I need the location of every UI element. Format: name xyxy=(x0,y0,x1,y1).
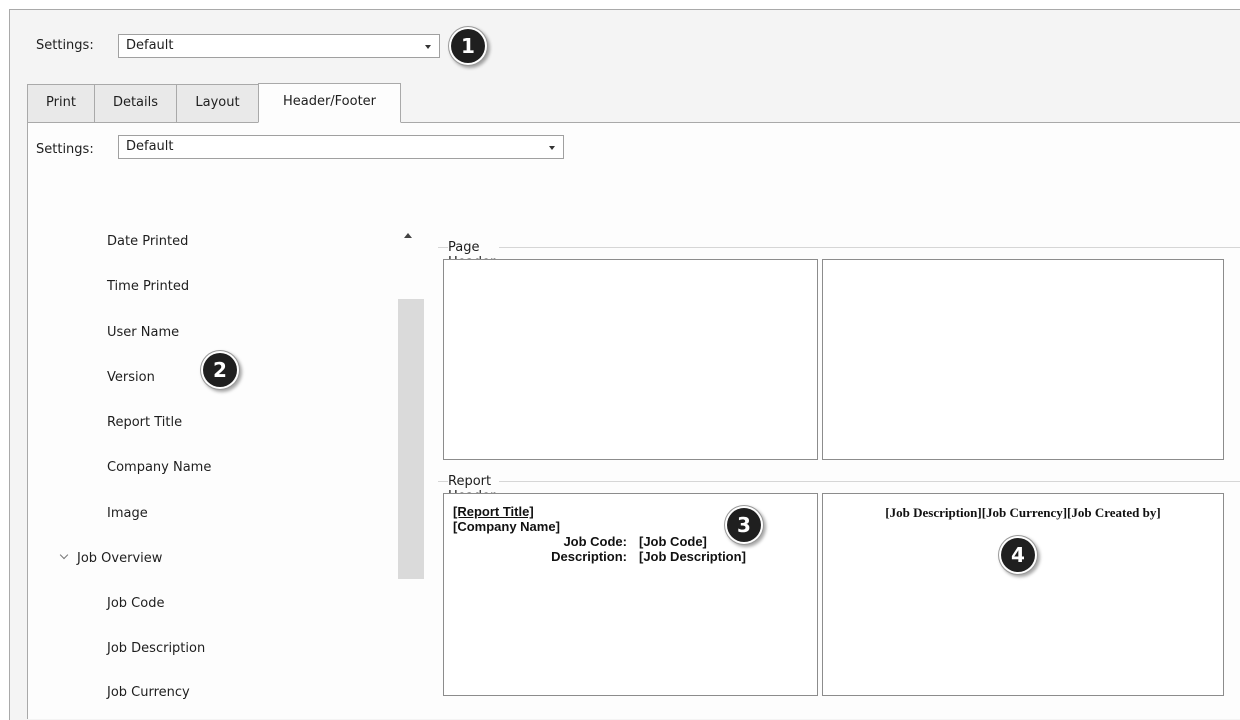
scroll-up-arrow-icon[interactable] xyxy=(404,233,412,238)
top-settings-label: Settings: xyxy=(36,38,94,53)
chevron-down-icon xyxy=(549,146,555,150)
tree-item-time-printed[interactable]: Time Printed xyxy=(107,279,189,294)
report-header-right-text: [Job Description][Job Currency][Job Crea… xyxy=(885,505,1161,520)
callout-badge-2: 2 xyxy=(203,353,237,387)
job-code-label: Job Code: xyxy=(563,534,627,549)
tree-item-company-name[interactable]: Company Name xyxy=(107,460,211,475)
tree-item-date-printed[interactable]: Date Printed xyxy=(107,234,188,249)
tab-print[interactable]: Print xyxy=(27,84,95,122)
job-code-value: [Job Code] xyxy=(639,534,707,549)
inner-settings-dropdown[interactable]: Default xyxy=(118,135,564,159)
inner-settings-label: Settings: xyxy=(36,142,94,157)
callout-badge-1: 1 xyxy=(451,29,485,63)
report-header-divider xyxy=(438,481,1240,482)
page-header-left-box[interactable] xyxy=(443,259,818,460)
tree-item-image[interactable]: Image xyxy=(107,506,148,521)
tab-layout[interactable]: Layout xyxy=(176,84,259,122)
tree-item-version[interactable]: Version xyxy=(107,370,155,385)
company-name-field: [Company Name] xyxy=(453,519,560,534)
report-header-right-box[interactable]: [Job Description][Job Currency][Job Crea… xyxy=(822,493,1224,696)
callout-badge-3: 3 xyxy=(727,508,761,542)
tree-item-report-title[interactable]: Report Title xyxy=(107,415,182,430)
tree-item-job-overview[interactable]: Job Overview xyxy=(77,551,162,566)
report-header-left-box[interactable]: [Report Title] [Company Name] Job Code: … xyxy=(443,493,818,696)
tab-header-footer[interactable]: Header/Footer xyxy=(258,83,401,123)
tree-item-job-currency[interactable]: Job Currency xyxy=(107,685,190,700)
top-settings-dropdown[interactable]: Default xyxy=(118,34,440,58)
tree-item-job-description[interactable]: Job Description xyxy=(107,641,205,656)
page-header-divider xyxy=(438,247,1240,248)
page-header-right-box[interactable] xyxy=(822,259,1224,460)
tree-item-user-name[interactable]: User Name xyxy=(107,325,179,340)
description-value: [Job Description] xyxy=(639,549,746,564)
callout-badge-4: 4 xyxy=(1001,538,1035,572)
report-title-field: [Report Title] xyxy=(453,504,534,519)
scrollbar-thumb[interactable] xyxy=(398,299,424,579)
top-settings-value: Default xyxy=(126,38,174,53)
tree-item-job-code[interactable]: Job Code xyxy=(107,596,164,611)
chevron-down-icon xyxy=(425,45,431,49)
inner-settings-value: Default xyxy=(126,139,174,154)
tab-details[interactable]: Details xyxy=(94,84,177,122)
description-label: Description: xyxy=(551,549,627,564)
